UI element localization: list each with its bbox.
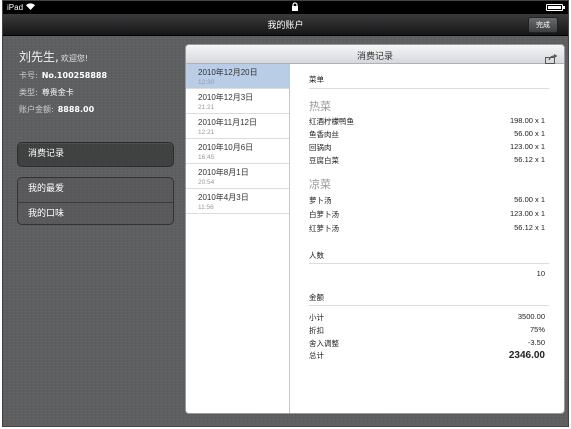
card-number-label: 卡号: <box>19 71 38 80</box>
record-time: 21:21 <box>198 104 215 111</box>
hot-dishes-title: 热菜 <box>309 101 331 113</box>
dish-name: 鱼香肉丝 <box>309 130 339 139</box>
card-number-row: 卡号: No.100258888 <box>19 70 107 81</box>
dish-row: 回锅肉 123.00 x 1 <box>309 142 545 153</box>
carrier-label: iPad <box>7 3 24 12</box>
record-row[interactable]: 2010年8月1日 20:54 <box>186 164 289 189</box>
divider <box>309 88 549 89</box>
dish-row: 豆腐白菜 56.12 x 1 <box>309 155 545 166</box>
record-time: 11:56 <box>198 204 214 211</box>
record-row[interactable]: 2010年11月12日 12:21 <box>186 114 289 139</box>
record-row[interactable]: 2010年12月3日 21:21 <box>186 89 289 114</box>
app-window: iPad 我的账户 完成 刘先生, 欢迎您! 卡号: No.100258888 类型… <box>2 0 569 427</box>
page-title: 我的账户 <box>267 21 304 31</box>
dish-row: 红酒柠檬鸭鱼 198.00 x 1 <box>309 116 545 127</box>
greeting-text: 欢迎您! <box>60 54 89 63</box>
menu-item-taste[interactable]: 我的口味 <box>18 202 173 224</box>
dish-row: 萝卜汤 56.00 x 1 <box>309 195 545 206</box>
people-section-label: 人数 <box>309 251 324 260</box>
menu-item-records[interactable]: 消费记录 <box>17 142 174 167</box>
balance-label: 账户金额: <box>19 105 54 114</box>
record-row[interactable]: 2010年10月6日 16:45 <box>186 139 289 164</box>
dish-name: 白萝卜汤 <box>309 210 339 219</box>
subtotal-value: 3500.00 <box>517 312 545 321</box>
dish-price: 198.00 x 1 <box>509 116 545 125</box>
total-label: 总计 <box>309 351 324 360</box>
wifi-icon <box>25 2 36 13</box>
rounding-label: 舍入调整 <box>309 339 339 348</box>
dish-row: 红萝卜汤 56.12 x 1 <box>309 223 545 234</box>
subtotal-label: 小计 <box>309 313 324 322</box>
dish-price: 56.00 x 1 <box>514 129 545 138</box>
balance-row: 账户金额: 8888.00 <box>19 104 94 115</box>
people-row: 10 <box>309 269 545 278</box>
dish-price: 56.00 x 1 <box>514 195 545 204</box>
record-date: 2010年4月3日 <box>198 193 249 202</box>
card-number-value: No.100258888 <box>41 71 108 80</box>
divider <box>309 305 549 306</box>
dish-name: 萝卜汤 <box>309 196 332 205</box>
panel-header: 消费记录 <box>186 45 564 64</box>
status-bar: iPad <box>3 1 568 14</box>
lock-icon <box>291 2 299 14</box>
card-type-label: 类型: <box>19 88 38 97</box>
people-count: 10 <box>536 269 545 278</box>
amount-section-label: 金额 <box>309 293 324 302</box>
rounding-row: 舍入调整 -3.50 <box>309 338 545 349</box>
panel-title: 消费记录 <box>356 52 393 62</box>
record-time: 20:54 <box>198 179 215 186</box>
menu-section-label: 菜单 <box>309 75 324 84</box>
discount-label: 折扣 <box>309 326 324 335</box>
done-button[interactable]: 完成 <box>528 17 558 33</box>
dish-name: 回锅肉 <box>309 143 332 152</box>
cold-dishes-title: 凉菜 <box>309 179 331 191</box>
user-name: 刘先生, <box>19 50 59 64</box>
record-date: 2010年12月20日 <box>198 68 258 77</box>
records-panel: 消费记录 2010年12月20日 12:30 2010年12月3日 21:21 … <box>185 44 565 414</box>
dish-price: 56.12 x 1 <box>514 155 545 164</box>
record-date: 2010年10月6日 <box>198 143 254 152</box>
dish-name: 豆腐白菜 <box>309 156 339 165</box>
record-row[interactable]: 2010年12月20日 12:30 <box>186 64 289 89</box>
battery-icon <box>546 4 565 11</box>
discount-row: 折扣 75% <box>309 325 545 336</box>
total-value: 2346.00 <box>508 350 545 361</box>
balance-value: 8888.00 <box>57 105 95 114</box>
record-row[interactable]: 2010年4月3日 11:56 <box>186 189 289 214</box>
record-list: 2010年12月20日 12:30 2010年12月3日 21:21 2010年… <box>186 64 290 413</box>
record-date: 2010年8月1日 <box>198 168 249 177</box>
card-type-value: 尊贵金卡 <box>41 88 74 97</box>
record-detail: 菜单 热菜 红酒柠檬鸭鱼 198.00 x 1 鱼香肉丝 56.00 x 1 回锅肉… <box>291 64 564 413</box>
record-time: 16:45 <box>198 154 215 161</box>
record-time: 12:21 <box>198 129 215 136</box>
divider <box>309 263 549 264</box>
dish-name: 红萝卜汤 <box>309 224 339 233</box>
dish-name: 红酒柠檬鸭鱼 <box>309 117 354 126</box>
rounding-value: -3.50 <box>527 338 545 347</box>
record-time: 12:30 <box>198 79 215 86</box>
card-type-row: 类型: 尊贵金卡 <box>19 87 74 98</box>
menu-group: 我的最爱 我的口味 <box>17 177 174 225</box>
navigation-bar: 我的账户 完成 <box>3 14 568 36</box>
dish-row: 白萝卜汤 123.00 x 1 <box>309 209 545 220</box>
subtotal-row: 小计 3500.00 <box>309 312 545 323</box>
dish-price: 56.12 x 1 <box>514 223 545 232</box>
dish-price: 123.00 x 1 <box>509 209 545 218</box>
menu-item-favorites[interactable]: 我的最爱 <box>18 178 173 202</box>
dish-row: 鱼香肉丝 56.00 x 1 <box>309 129 545 140</box>
record-date: 2010年11月12日 <box>198 118 257 127</box>
discount-value: 75% <box>529 325 545 334</box>
total-row: 总计 2346.00 <box>309 350 545 361</box>
dish-price: 123.00 x 1 <box>509 142 545 151</box>
welcome-line: 刘先生, 欢迎您! <box>19 46 88 65</box>
record-date: 2010年12月3日 <box>198 93 254 102</box>
